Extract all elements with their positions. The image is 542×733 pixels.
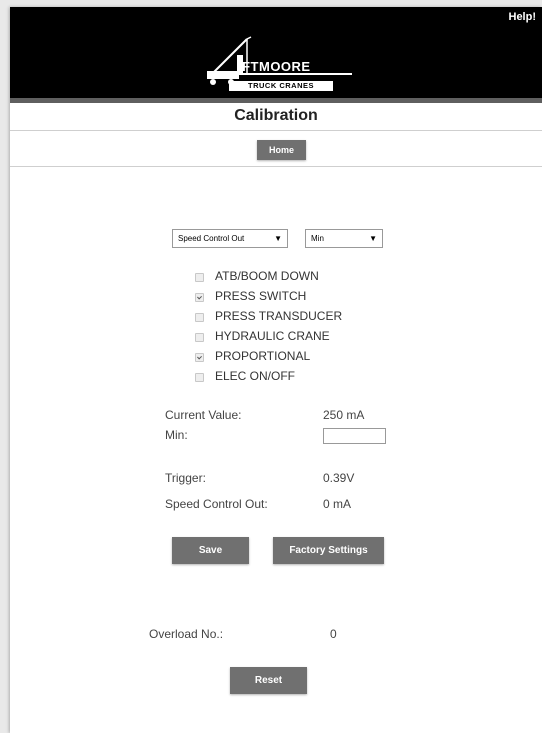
overload-value: 0 — [330, 627, 337, 641]
current-value-label: Current Value: — [165, 408, 242, 422]
current-value: 250 mA — [323, 408, 365, 422]
option-label: ELEC ON/OFF — [215, 369, 296, 383]
checkbox[interactable] — [195, 373, 204, 382]
liftmoore-logo: IFTMOORE TRUCK CRANES — [201, 35, 361, 95]
checkbox[interactable] — [195, 313, 204, 322]
help-link[interactable]: Help! — [509, 11, 537, 23]
option-checkbox-list: ATB/BOOM DOWN PRESS SWITCH PRESS TRANSDU… — [195, 267, 395, 387]
min-label: Min: — [165, 428, 188, 442]
option-label: HYDRAULIC CRANE — [215, 329, 330, 343]
speed-control-out-value: 0 mA — [323, 497, 352, 511]
home-button[interactable]: Home — [257, 140, 306, 160]
save-button[interactable]: Save — [172, 537, 249, 564]
channel-select-value: Speed Control Out — [178, 234, 245, 243]
speed-control-out-label: Speed Control Out: — [165, 497, 268, 511]
overload-label: Overload No.: — [149, 627, 224, 641]
factory-settings-button[interactable]: Factory Settings — [273, 537, 384, 564]
option-label: ATB/BOOM DOWN — [215, 269, 319, 283]
checkbox[interactable] — [195, 333, 204, 342]
option-hydraulic-crane[interactable]: HYDRAULIC CRANE — [195, 327, 395, 347]
dropdown-arrow-icon: ▼ — [274, 234, 282, 243]
page-title: Calibration — [234, 107, 318, 124]
option-atb-boom-down[interactable]: ATB/BOOM DOWN — [195, 267, 395, 287]
option-press-transducer[interactable]: PRESS TRANSDUCER — [195, 307, 395, 327]
min-input[interactable] — [323, 428, 386, 444]
option-proportional[interactable]: PROPORTIONAL — [195, 347, 395, 367]
channel-select[interactable]: Speed Control Out ▼ — [172, 229, 288, 248]
option-label: PROPORTIONAL — [215, 349, 311, 363]
option-elec-on-off[interactable]: ELEC ON/OFF — [195, 367, 395, 387]
dropdown-arrow-icon: ▼ — [369, 234, 377, 243]
reset-button[interactable]: Reset — [230, 667, 307, 694]
option-press-switch[interactable]: PRESS SWITCH — [195, 287, 395, 307]
page: Help! IFTMOORE TRUCK CRANES Calibration … — [10, 7, 542, 733]
header: Help! IFTMOORE TRUCK CRANES — [10, 7, 542, 103]
checkbox[interactable] — [195, 293, 204, 302]
checkbox[interactable] — [195, 273, 204, 282]
trigger-value: 0.39V — [323, 471, 355, 485]
logo-tagline: TRUCK CRANES — [229, 81, 333, 91]
checkbox[interactable] — [195, 353, 204, 362]
option-label: PRESS SWITCH — [215, 289, 307, 303]
nav-bar: Home — [10, 131, 542, 167]
mode-select[interactable]: Min ▼ — [305, 229, 383, 248]
mode-select-value: Min — [311, 234, 324, 243]
option-label: PRESS TRANSDUCER — [215, 309, 343, 323]
trigger-label: Trigger: — [165, 471, 206, 485]
logo-wordmark: IFTMOORE — [238, 59, 311, 74]
page-title-bar: Calibration — [10, 103, 542, 131]
